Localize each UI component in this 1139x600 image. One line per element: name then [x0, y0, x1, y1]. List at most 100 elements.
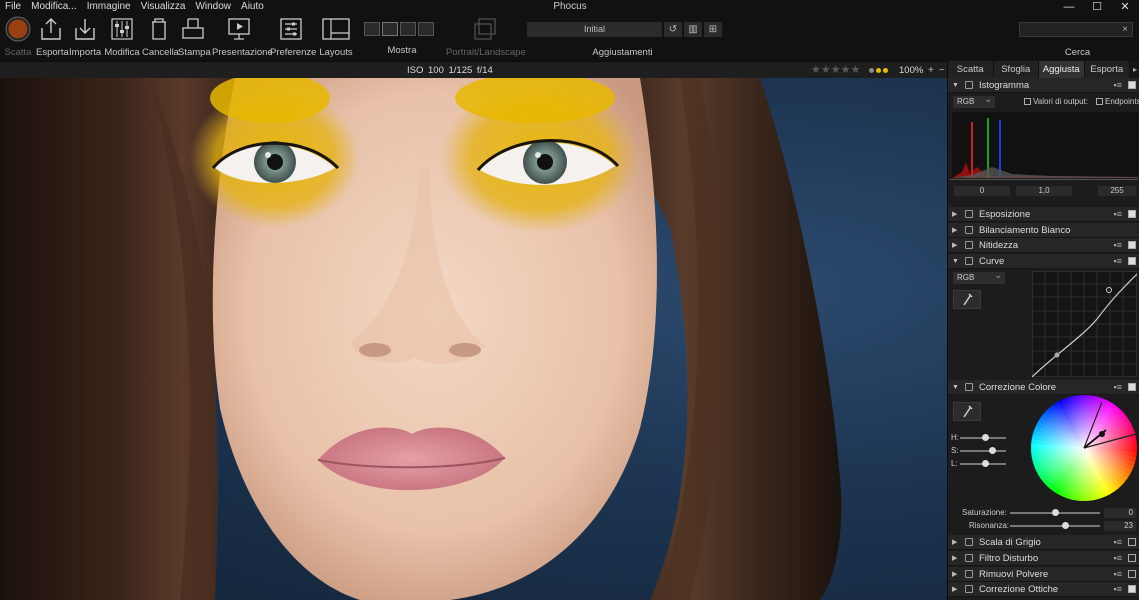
- color-eyedropper-button[interactable]: [953, 402, 981, 421]
- menu-file[interactable]: File: [0, 0, 26, 14]
- lightness-slider-knob[interactable]: [982, 460, 989, 467]
- enable-checkbox[interactable]: [1128, 81, 1136, 89]
- risonanza-slider[interactable]: [1010, 525, 1100, 527]
- risonanza-value[interactable]: 23: [1104, 521, 1136, 531]
- view-mode-2-button[interactable]: [382, 22, 398, 36]
- section-menu-icon[interactable]: ▪≡: [1114, 238, 1122, 253]
- section-menu-icon[interactable]: ▪≡: [1114, 78, 1122, 93]
- expand-right-icon[interactable]: ▶: [952, 207, 957, 222]
- histogram-slider-track[interactable]: [950, 179, 1138, 180]
- section-bilanciamento-bianco[interactable]: ▶ Bilanciamento Bianco: [948, 223, 1139, 238]
- view-mode-3-button[interactable]: [400, 22, 416, 36]
- section-rimuovi-polvere[interactable]: ▶ Rimuovi Polvere ▪≡: [948, 567, 1139, 582]
- view-mode-1-button[interactable]: [364, 22, 380, 36]
- hue-slider-knob[interactable]: [982, 434, 989, 441]
- importa-button[interactable]: Importa: [69, 16, 101, 58]
- zoom-out-button[interactable]: −: [939, 62, 945, 79]
- tag-dot-gray[interactable]: [869, 68, 874, 73]
- stampa-button[interactable]: Stampa: [178, 16, 211, 58]
- saturazione-value[interactable]: 0: [1104, 508, 1136, 518]
- risonanza-slider-knob[interactable]: [1062, 522, 1069, 529]
- preset-select[interactable]: Initial: [527, 22, 662, 37]
- section-menu-icon[interactable]: ▪≡: [1114, 582, 1122, 597]
- endpoints-checkbox[interactable]: Endpoints: [1096, 97, 1139, 106]
- image-viewer[interactable]: [0, 78, 947, 600]
- minimize-button[interactable]: —: [1055, 0, 1083, 14]
- enable-checkbox[interactable]: [1128, 241, 1136, 249]
- gamma-field[interactable]: 1,0: [1016, 186, 1072, 196]
- reset-icon[interactable]: ↺: [664, 22, 682, 37]
- section-menu-icon[interactable]: ▪≡: [1114, 207, 1122, 222]
- enable-checkbox[interactable]: [1128, 210, 1136, 218]
- section-correzione-ottiche[interactable]: ▶ Correzione Ottiche ▪≡: [948, 582, 1139, 597]
- curve-graph[interactable]: [1032, 271, 1137, 377]
- tab-scatta[interactable]: Scatta: [948, 61, 994, 78]
- tab-aggiusta[interactable]: Aggiusta: [1039, 61, 1085, 78]
- clear-search-icon[interactable]: ×: [1122, 23, 1128, 37]
- presentazione-button[interactable]: Presentazione: [212, 16, 273, 58]
- section-menu-icon[interactable]: ▪≡: [1114, 535, 1122, 550]
- zoom-in-button[interactable]: +: [928, 62, 934, 79]
- tab-esporta[interactable]: Esporta: [1084, 61, 1130, 78]
- layouts-button[interactable]: Layouts: [318, 16, 354, 58]
- section-esposizione[interactable]: ▶ Esposizione ▪≡: [948, 207, 1139, 222]
- saturation-slider[interactable]: [960, 450, 1006, 452]
- enable-checkbox[interactable]: [1128, 538, 1136, 546]
- cancella-button[interactable]: Cancella: [142, 16, 179, 58]
- tab-sfoglia[interactable]: Sfoglia: [993, 61, 1039, 78]
- menu-modifica[interactable]: Modifica...: [26, 0, 82, 14]
- color-tag-dots[interactable]: [869, 68, 888, 73]
- enable-checkbox[interactable]: [1128, 257, 1136, 265]
- color-wheel[interactable]: [1030, 394, 1138, 502]
- histogram-channel-select[interactable]: RGB: [953, 93, 995, 108]
- section-menu-icon[interactable]: ▪≡: [1114, 254, 1122, 269]
- menu-immagine[interactable]: Immagine: [82, 0, 136, 14]
- portrait-landscape-button[interactable]: Portrait/Landscape: [446, 16, 526, 58]
- modifica-button[interactable]: Modifica: [104, 16, 140, 58]
- black-point-field[interactable]: 0: [954, 186, 1010, 196]
- section-menu-icon[interactable]: ▪≡: [1114, 380, 1122, 395]
- expand-right-icon[interactable]: ▶: [952, 582, 957, 597]
- enable-checkbox[interactable]: [1128, 554, 1136, 562]
- rating-stars[interactable]: ★★★★★: [811, 62, 860, 79]
- section-istogramma[interactable]: ▼ Istogramma ▪≡: [948, 78, 1139, 93]
- section-scala-di-grigio[interactable]: ▶ Scala di Grigio ▪≡: [948, 535, 1139, 550]
- section-curve[interactable]: ▼ Curve ▪≡: [948, 254, 1139, 269]
- expand-down-icon[interactable]: ▼: [952, 254, 959, 269]
- expand-down-icon[interactable]: ▼: [952, 78, 959, 93]
- tab-scroll-icon[interactable]: ▸: [1130, 61, 1139, 78]
- expand-right-icon[interactable]: ▶: [952, 567, 957, 582]
- esporta-button[interactable]: Esporta: [36, 16, 69, 58]
- clipboard-icon[interactable]: ⊞: [704, 22, 722, 37]
- section-nitidezza[interactable]: ▶ Nitidezza ▪≡: [948, 238, 1139, 253]
- menu-window[interactable]: Window: [190, 0, 236, 14]
- menu-aiuto[interactable]: Aiuto: [236, 0, 269, 14]
- scatta-button[interactable]: Scatta: [3, 16, 33, 58]
- white-point-field[interactable]: 255: [1098, 186, 1136, 196]
- section-correzione-colore[interactable]: ▼ Correzione Colore ▪≡: [948, 380, 1139, 395]
- tag-dot-yellow-2[interactable]: [883, 68, 888, 73]
- preferenze-button[interactable]: Preferenze: [270, 16, 316, 58]
- maximize-button[interactable]: ☐: [1083, 0, 1111, 14]
- view-mode-4-button[interactable]: [418, 22, 434, 36]
- tag-dot-yellow[interactable]: [876, 68, 881, 73]
- compare-icon[interactable]: ▥: [684, 22, 702, 37]
- enable-checkbox[interactable]: [1128, 570, 1136, 578]
- section-menu-icon[interactable]: ▪≡: [1114, 551, 1122, 566]
- expand-right-icon[interactable]: ▶: [952, 551, 957, 566]
- saturazione-slider-knob[interactable]: [1052, 509, 1059, 516]
- expand-right-icon[interactable]: ▶: [952, 223, 957, 238]
- expand-right-icon[interactable]: ▶: [952, 535, 957, 550]
- saturation-slider-knob[interactable]: [989, 447, 996, 454]
- curve-eyedropper-button[interactable]: [953, 290, 981, 309]
- curve-channel-select[interactable]: RGB: [953, 269, 1005, 284]
- close-window-button[interactable]: ✕: [1111, 0, 1139, 14]
- enable-checkbox[interactable]: [1128, 585, 1136, 593]
- valori-output-checkbox[interactable]: Valori di output:: [1024, 97, 1088, 106]
- search-input[interactable]: ×: [1019, 22, 1133, 37]
- expand-down-icon[interactable]: ▼: [952, 380, 959, 395]
- enable-checkbox[interactable]: [1128, 383, 1136, 391]
- section-menu-icon[interactable]: ▪≡: [1114, 567, 1122, 582]
- section-filtro-disturbo[interactable]: ▶ Filtro Disturbo ▪≡: [948, 551, 1139, 566]
- menu-visualizza[interactable]: Visualizza: [136, 0, 191, 14]
